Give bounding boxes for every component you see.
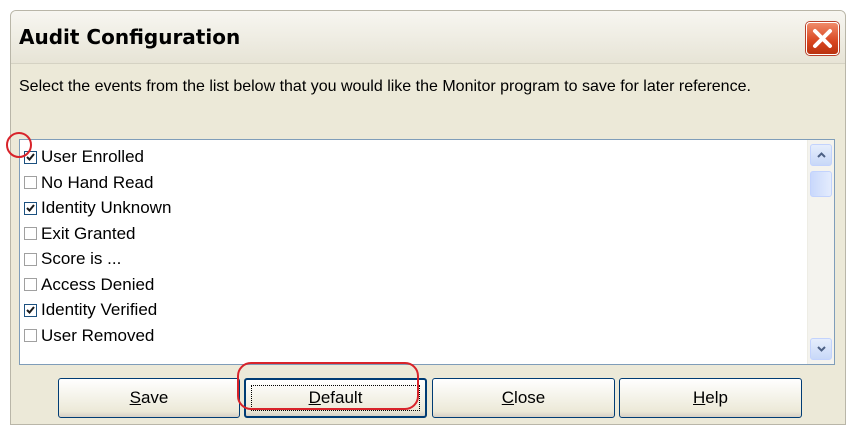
default-mnemonic: D: [308, 388, 321, 407]
scroll-up-button[interactable]: [810, 144, 832, 166]
save-mnemonic: S: [129, 388, 141, 407]
checkmark-icon: [26, 204, 35, 212]
checkmark-icon: [26, 153, 35, 161]
checkbox-checked[interactable]: [24, 303, 37, 317]
save-button[interactable]: Save: [58, 378, 240, 418]
checkbox-checked[interactable]: [24, 201, 37, 215]
event-list-item[interactable]: No Hand Read: [24, 171, 153, 195]
checkbox-unchecked[interactable]: [24, 227, 37, 240]
checkbox-checked[interactable]: [24, 150, 37, 164]
event-list-item[interactable]: User Removed: [24, 324, 154, 348]
help-button[interactable]: Help: [619, 378, 802, 418]
default-label: efault: [320, 388, 363, 407]
event-label: Identity Verified: [41, 300, 158, 319]
save-label: ave: [140, 388, 169, 407]
checkbox-unchecked[interactable]: [24, 278, 37, 291]
default-button[interactable]: Default: [244, 378, 427, 418]
audit-configuration-dialog: Audit Configuration Select the events fr…: [10, 10, 846, 425]
close-label: lose: [514, 388, 546, 407]
checkmark-icon: [26, 306, 35, 314]
event-list-item[interactable]: User Enrolled: [24, 145, 144, 169]
help-mnemonic: H: [693, 388, 706, 407]
close-mnemonic: C: [501, 388, 515, 407]
event-label: Access Denied: [41, 274, 155, 294]
event-list-item[interactable]: Identity Unknown: [24, 196, 171, 220]
event-label: Exit Granted: [41, 223, 136, 243]
checkbox-unchecked[interactable]: [24, 176, 37, 189]
event-list[interactable]: User Enrolled No Hand Read Identity Unknow…: [20, 140, 808, 364]
chevron-down-icon: [816, 346, 826, 352]
event-label: User Enrolled: [41, 147, 144, 166]
help-label: elp: [705, 388, 728, 407]
checkbox-unchecked[interactable]: [24, 252, 37, 266]
checkbox-unchecked[interactable]: [24, 329, 37, 342]
event-label: No Hand Read: [41, 172, 154, 192]
event-label: User Removed: [41, 325, 155, 345]
scroll-thumb[interactable]: [810, 171, 832, 197]
vertical-scrollbar[interactable]: [807, 140, 834, 364]
event-list-item[interactable]: Exit Granted: [24, 222, 136, 246]
instructions-text: Select the events from the list below th…: [19, 78, 751, 95]
scroll-down-button[interactable]: [810, 338, 832, 360]
dialog-title: Audit Configuration: [19, 25, 241, 49]
event-list-item[interactable]: Identity Verified: [24, 298, 157, 322]
close-icon: [813, 29, 832, 48]
close-button[interactable]: Close: [432, 378, 615, 418]
event-list-item[interactable]: Score is ...: [24, 247, 121, 271]
event-label: Score is ...: [41, 249, 122, 268]
chevron-up-icon: [816, 152, 826, 158]
event-list-item[interactable]: Access Denied: [24, 273, 154, 297]
title-bar[interactable]: Audit Configuration: [11, 11, 845, 64]
event-listbox[interactable]: User Enrolled No Hand Read Identity Unknow…: [19, 139, 835, 365]
event-label: Identity Unknown: [41, 198, 172, 217]
close-window-button[interactable]: [806, 22, 839, 55]
